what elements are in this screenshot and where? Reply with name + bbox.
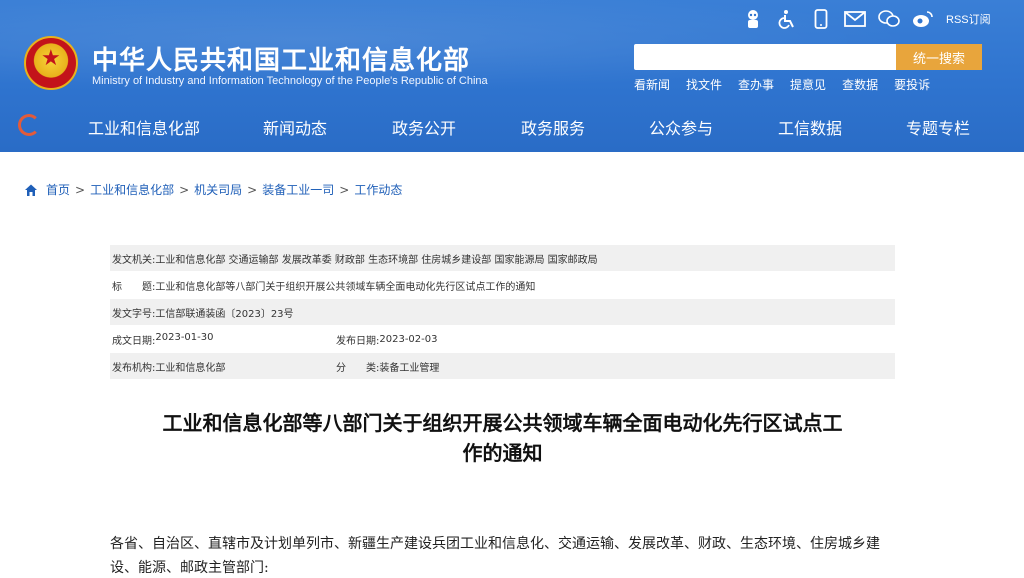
main-nav: 工业和信息化部 新闻动态 政务公开 政务服务 公众参与 工信数据 专题专栏: [0, 104, 1024, 146]
meta-row-issuer: 发文机关: 工业和信息化部 交通运输部 发展改革委 财政部 生态环境部 住房城乡…: [110, 245, 895, 271]
meta-docno-value: 工信部联通装函〔2023〕23号: [155, 308, 294, 320]
meta-org-value: 工业和信息化部: [155, 362, 226, 374]
meta-title-label: 标 题:: [112, 281, 156, 293]
document-body-line-1: 各省、自治区、直辖市及计划单列市、新疆生产建设兵团工业和信息化、交通运输、发展改…: [110, 536, 880, 552]
meta-category-value: 装备工业管理: [379, 362, 440, 374]
rss-link[interactable]: RSS订阅: [946, 11, 991, 27]
document-title-line-1: 工业和信息化部等八部门关于组织开展公共领域车辆全面电动化先行区试点工: [162, 411, 843, 435]
breadcrumb-home[interactable]: 首页: [46, 181, 70, 198]
top-icon-bar: RSS订阅: [742, 8, 991, 30]
breadcrumb-equipment-dept[interactable]: 装备工业一司: [262, 181, 334, 198]
weibo-icon[interactable]: [912, 8, 934, 30]
breadcrumb-work-news[interactable]: 工作动态: [354, 181, 402, 198]
wechat-icon[interactable]: [878, 8, 900, 30]
meta-row-docno: 发文字号: 工信部联通装函〔2023〕23号: [110, 299, 895, 325]
quick-link-data[interactable]: 查数据: [842, 76, 878, 93]
quick-link-services[interactable]: 查办事: [738, 76, 774, 93]
meta-row-org: 发布机构: 工业和信息化部 分 类: 装备工业管理: [110, 353, 895, 379]
meta-published-value: 2023-02-03: [379, 333, 438, 345]
breadcrumb-separator: >: [75, 182, 86, 197]
quick-link-files[interactable]: 找文件: [686, 76, 722, 93]
meta-org-label: 发布机构:: [112, 362, 156, 374]
e-logo-icon[interactable]: [18, 114, 40, 136]
quick-links: 看新闻 找文件 查办事 提意见 查数据 要投诉: [634, 76, 946, 93]
meta-row-dates: 成文日期: 2023-01-30 发布日期: 2023-02-03: [110, 326, 895, 352]
accessibility-icon[interactable]: [776, 8, 798, 30]
breadcrumb: 首页 > 工业和信息化部 > 机关司局 > 装备工业一司 > 工作动态: [24, 181, 402, 198]
nav-item-news[interactable]: 新闻动态: [263, 115, 327, 139]
document-body: 各省、自治区、直辖市及计划单列市、新疆生产建设兵团工业和信息化、交通运输、发展改…: [110, 532, 895, 578]
mobile-icon[interactable]: [810, 8, 832, 30]
breadcrumb-separator: >: [179, 182, 190, 197]
breadcrumb-miit[interactable]: 工业和信息化部: [90, 181, 174, 198]
national-emblem-logo[interactable]: ★: [24, 36, 78, 90]
breadcrumb-separator: >: [339, 182, 350, 197]
meta-issuer-value: 工业和信息化部 交通运输部 发展改革委 财政部 生态环境部 住房城乡建设部 国家…: [155, 254, 598, 266]
site-header: ★ 中华人民共和国工业和信息化部 Ministry of Industry an…: [0, 0, 1024, 152]
document-title-line-2: 作的通知: [462, 441, 543, 465]
nav-item-open-government[interactable]: 政务公开: [392, 115, 456, 139]
site-subtitle: Ministry of Industry and Information Tec…: [92, 75, 488, 87]
meta-row-title: 标 题: 工业和信息化部等八部门关于组织开展公共领域车辆全面电动化先行区试点工作…: [110, 272, 895, 298]
quick-link-complaint[interactable]: 要投诉: [894, 76, 930, 93]
nav-item-miit[interactable]: 工业和信息化部: [88, 115, 200, 139]
mail-icon[interactable]: [844, 8, 866, 30]
meta-created-label: 成文日期:: [112, 335, 156, 347]
quick-link-news[interactable]: 看新闻: [634, 76, 670, 93]
meta-category-label: 分 类:: [336, 362, 380, 374]
nav-item-data[interactable]: 工信数据: [778, 115, 842, 139]
meta-issuer-label: 发文机关:: [112, 254, 156, 266]
site-title[interactable]: 中华人民共和国工业和信息化部: [92, 40, 470, 77]
document-meta-table: 发文机关: 工业和信息化部 交通运输部 发展改革委 财政部 生态环境部 住房城乡…: [110, 245, 895, 380]
meta-published-label: 发布日期:: [336, 335, 380, 347]
quick-link-feedback[interactable]: 提意见: [790, 76, 826, 93]
document-title: 工业和信息化部等八部门关于组织开展公共领域车辆全面电动化先行区试点工 作的通知: [110, 408, 895, 468]
robot-icon[interactable]: [742, 8, 764, 30]
breadcrumb-departments[interactable]: 机关司局: [194, 181, 242, 198]
nav-item-participation[interactable]: 公众参与: [649, 115, 713, 139]
home-icon[interactable]: [24, 183, 38, 197]
nav-item-services[interactable]: 政务服务: [521, 115, 585, 139]
document-body-line-2: 设、能源、邮政主管部门:: [110, 560, 269, 576]
search-input[interactable]: [634, 44, 896, 70]
meta-created-value: 2023-01-30: [155, 331, 214, 343]
search-button[interactable]: 统一搜索: [896, 44, 982, 70]
nav-item-topics[interactable]: 专题专栏: [906, 115, 970, 139]
meta-title-value: 工业和信息化部等八部门关于组织开展公共领域车辆全面电动化先行区试点工作的通知: [155, 281, 536, 293]
breadcrumb-separator: >: [247, 182, 258, 197]
meta-docno-label: 发文字号:: [112, 308, 156, 320]
